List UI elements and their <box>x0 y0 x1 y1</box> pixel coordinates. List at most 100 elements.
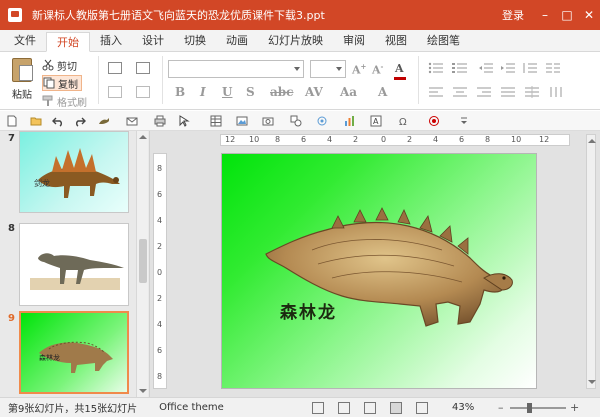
bullets-icon[interactable] <box>428 62 444 74</box>
zoom-out-icon[interactable]: – <box>498 401 504 414</box>
decrease-indent-icon[interactable] <box>478 62 494 74</box>
undo-icon[interactable] <box>52 115 64 127</box>
format-painter-icon <box>42 95 53 106</box>
normal-view-icon[interactable] <box>390 402 402 414</box>
tab-slideshow[interactable]: 幻灯片放映 <box>258 31 333 51</box>
cut-label: 剪切 <box>57 61 77 73</box>
zoom-in-icon[interactable]: + <box>570 401 579 414</box>
smartart-icon[interactable] <box>316 115 328 127</box>
minimize-icon[interactable]: – <box>534 0 556 30</box>
section-icon[interactable] <box>136 86 150 98</box>
dinosaur-insert-icon[interactable] <box>98 115 110 127</box>
chart-icon[interactable] <box>344 115 356 127</box>
sorter-view-icon[interactable] <box>416 402 428 414</box>
tab-design[interactable]: 设计 <box>132 31 174 51</box>
scroll-up-icon[interactable] <box>139 135 147 139</box>
open-folder-icon[interactable] <box>30 115 42 127</box>
copy-label: 复制 <box>58 79 78 91</box>
columns-icon[interactable] <box>545 62 561 74</box>
new-file-icon[interactable] <box>6 115 18 127</box>
align-left-icon[interactable] <box>428 86 444 98</box>
print-icon[interactable] <box>154 115 166 127</box>
slide-caption[interactable]: 森林龙 <box>280 298 337 323</box>
text-direction-icon[interactable] <box>548 86 564 98</box>
slide-number: 8 <box>8 223 15 234</box>
char-spacing-icon[interactable]: AV <box>305 85 323 99</box>
current-slide-canvas[interactable]: 森林龙 <box>221 153 537 389</box>
font-family-select[interactable] <box>168 60 304 78</box>
italic-icon[interactable]: I <box>200 85 206 99</box>
editor-scrollbar[interactable] <box>586 134 596 389</box>
zoom-slider-handle[interactable] <box>527 403 532 413</box>
tab-file[interactable]: 文件 <box>4 31 46 51</box>
table-icon[interactable] <box>210 115 222 127</box>
cut-button[interactable]: 剪切 <box>42 57 77 73</box>
thumbnail-scrollbar[interactable] <box>136 131 148 397</box>
underline-icon[interactable]: U <box>222 85 232 99</box>
record-icon[interactable] <box>428 115 440 127</box>
tab-insert[interactable]: 插入 <box>90 31 132 51</box>
pointer-icon[interactable] <box>178 115 190 127</box>
new-slide-icon[interactable] <box>108 62 122 74</box>
tab-view[interactable]: 视图 <box>375 31 417 51</box>
copy-button[interactable]: 复制 <box>42 75 82 91</box>
play-slideshow-icon[interactable] <box>312 402 324 414</box>
align-center-icon[interactable] <box>452 86 468 98</box>
shrink-font-icon[interactable]: A- <box>372 62 383 77</box>
clear-format-icon[interactable]: A <box>378 85 387 99</box>
zoom-slider[interactable] <box>510 407 566 409</box>
slide-editor: 12 10 8 6 4 2 0 2 4 6 8 10 12 8 6 4 2 0 … <box>150 131 600 397</box>
slide-thumbnail-9[interactable]: 森林龙 <box>19 311 129 394</box>
align-right-icon[interactable] <box>476 86 492 98</box>
maximize-icon[interactable]: □ <box>556 0 578 30</box>
grid-view-icon[interactable] <box>338 402 350 414</box>
scroll-down-icon[interactable] <box>588 380 596 384</box>
textbox-icon[interactable]: A <box>370 115 382 127</box>
ankylosaurus-thumbnail-image <box>39 341 113 373</box>
svg-text:Ω: Ω <box>399 117 407 127</box>
strikethrough-icon[interactable]: abc <box>270 85 293 99</box>
scroll-up-icon[interactable] <box>588 139 596 143</box>
close-icon[interactable]: ✕ <box>578 0 600 30</box>
font-color-icon[interactable]: A <box>395 62 404 75</box>
format-painter-label: 格式刷 <box>57 97 87 109</box>
format-painter-button[interactable]: 格式刷 <box>42 93 87 109</box>
numbering-icon[interactable] <box>452 62 468 74</box>
symbol-icon[interactable]: Ω <box>398 115 410 127</box>
scroll-down-icon[interactable] <box>139 389 147 393</box>
slide-thumbnail-8[interactable] <box>19 223 129 306</box>
tab-pen[interactable]: 绘图笔 <box>417 31 470 51</box>
scrollbar-thumb[interactable] <box>139 239 147 283</box>
reset-icon[interactable] <box>108 86 122 98</box>
tab-home[interactable]: 开始 <box>46 32 90 52</box>
tab-transitions[interactable]: 切换 <box>174 31 216 51</box>
customize-toolbar-icon[interactable] <box>458 115 470 127</box>
font-size-select[interactable] <box>310 60 346 78</box>
tab-animations[interactable]: 动画 <box>216 31 258 51</box>
change-case-icon[interactable]: Aa <box>340 85 357 99</box>
picture-icon[interactable] <box>236 115 248 127</box>
outline-view-icon[interactable] <box>364 402 376 414</box>
bold-icon[interactable]: B <box>175 85 185 99</box>
line-spacing-icon[interactable] <box>522 62 538 74</box>
app-logo-icon <box>8 8 22 22</box>
slide-thumbnail-7[interactable]: 剑龙 <box>19 131 129 213</box>
ruler-tick: 8 <box>275 135 281 144</box>
login-link[interactable]: 登录 <box>502 7 524 23</box>
horizontal-ruler: 12 10 8 6 4 2 0 2 4 6 8 10 12 <box>220 134 570 146</box>
distribute-icon[interactable] <box>524 86 540 98</box>
camera-icon[interactable] <box>262 115 274 127</box>
justify-icon[interactable] <box>500 86 516 98</box>
grow-font-icon[interactable]: A+ <box>352 62 366 77</box>
redo-icon[interactable] <box>74 115 86 127</box>
paste-button[interactable]: 粘贴 <box>8 56 36 102</box>
ribbon-separator <box>98 56 99 104</box>
ankylosaurus-image[interactable] <box>222 154 537 389</box>
zoom-level[interactable]: 43% <box>452 402 474 413</box>
mail-icon[interactable] <box>126 115 138 127</box>
shadow-icon[interactable]: S <box>246 85 255 99</box>
tab-review[interactable]: 审阅 <box>333 31 375 51</box>
layout-icon[interactable] <box>136 62 150 74</box>
increase-indent-icon[interactable] <box>500 62 516 74</box>
shapes-icon[interactable] <box>290 115 302 127</box>
